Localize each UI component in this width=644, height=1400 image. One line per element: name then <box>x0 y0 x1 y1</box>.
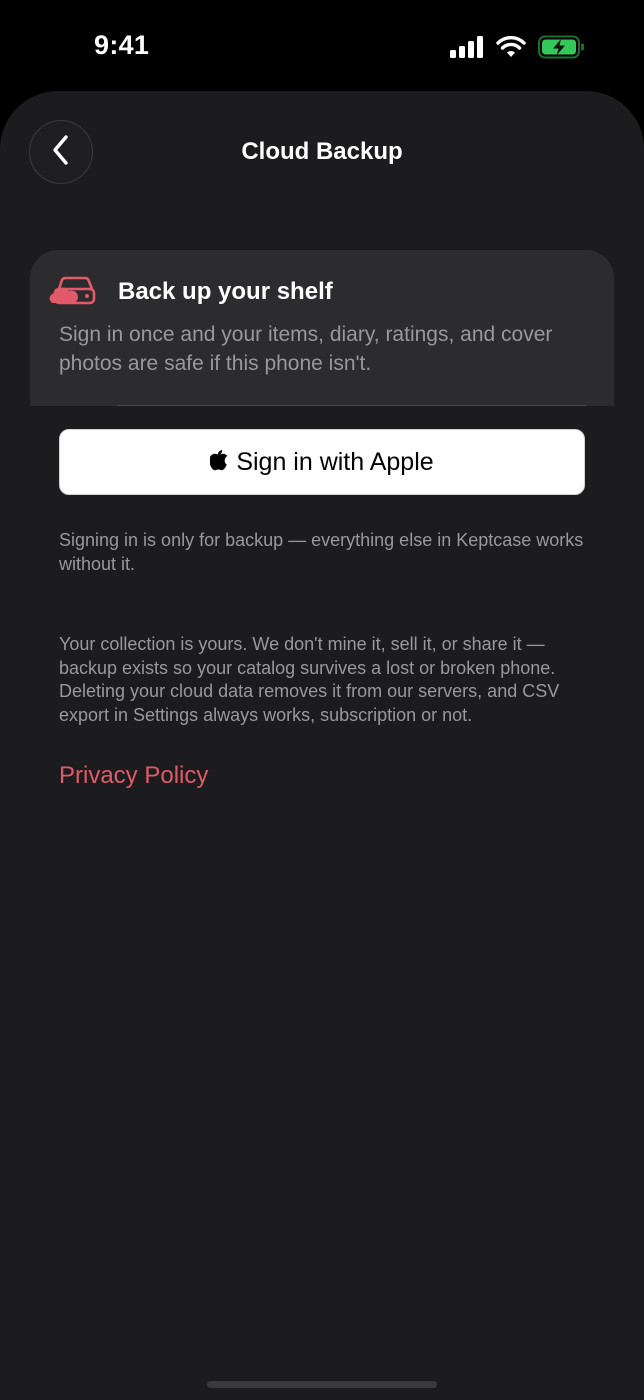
wifi-icon <box>496 36 526 58</box>
screen: 9:41 Cloud Backup Back up your shelf Sig… <box>0 0 644 1400</box>
apple-button-label: Sign in with Apple <box>236 447 434 476</box>
divider <box>117 405 586 406</box>
privacy-note: Your collection is yours. We don't mine … <box>59 634 560 725</box>
page-title: Cloud Backup <box>241 138 403 165</box>
signin-note: Signing in is only for backup — everythi… <box>59 530 584 574</box>
sheet: Cloud Backup Back up your shelf Sign in … <box>0 91 644 1400</box>
battery-charging-icon <box>538 35 586 59</box>
status-bar: 9:41 <box>0 0 644 92</box>
status-time: 9:41 <box>94 30 150 60</box>
apple-logo-icon <box>209 449 228 476</box>
card-title: Back up your shelf <box>118 278 333 305</box>
cloud-drive-icon <box>49 276 97 306</box>
privacy-policy-link[interactable]: Privacy Policy <box>59 762 208 790</box>
backup-card: Back up your shelf Sign in once and your… <box>30 250 614 406</box>
sign-in-with-apple-button[interactable]: Sign in with Apple <box>59 429 585 495</box>
status-icons <box>450 34 586 60</box>
home-indicator <box>207 1381 437 1388</box>
signal-icon <box>450 36 484 58</box>
card-description: Sign in once and your items, diary, rati… <box>59 323 553 375</box>
